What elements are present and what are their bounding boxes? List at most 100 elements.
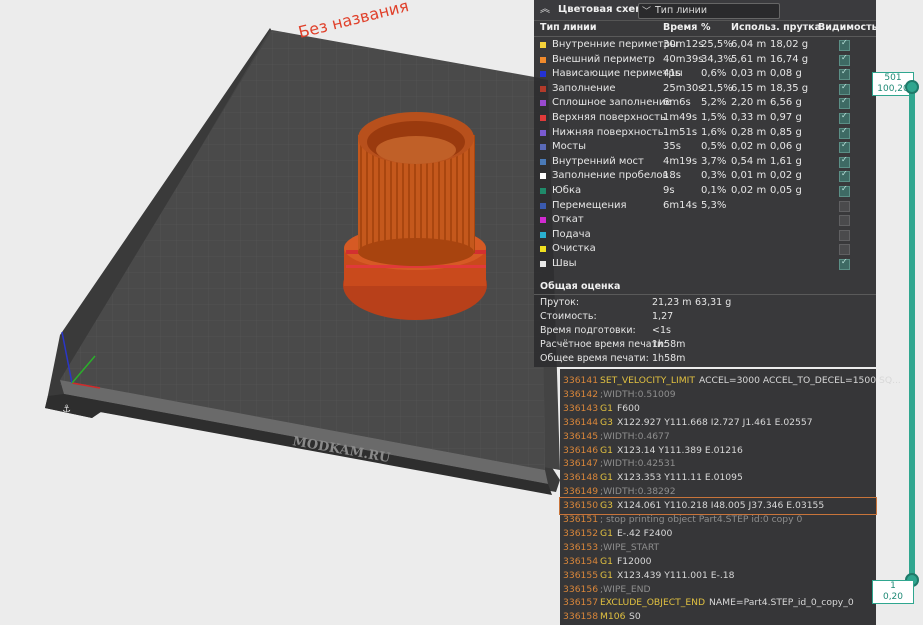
legend-row: Заполнение пробелов 18s 0,3% 0,01 m 0,02 g (534, 169, 876, 184)
line-type-meters: 0,02 m (731, 141, 767, 153)
visibility-checkbox[interactable] (839, 184, 850, 197)
line-type-percent: 25,5% (701, 39, 733, 50)
gcode-arguments: ;WIPE_END (600, 583, 651, 595)
line-type-name: Перемещения (552, 199, 627, 211)
bottom-layer-label: 1 0,20 (872, 580, 914, 604)
gcode-command: M106 (600, 611, 626, 623)
gcode-arguments: F600 (617, 402, 640, 414)
visibility-checkbox[interactable] (839, 53, 850, 66)
visibility-checkbox[interactable] (839, 200, 850, 212)
line-type-meters: 0,33 m (731, 112, 767, 123)
color-swatch (540, 56, 546, 63)
color-swatch (540, 42, 546, 48)
legend-title: Цветовая схема (558, 4, 651, 15)
gcode-line-number: 336154 (563, 555, 599, 567)
line-type-time: 1m49s (663, 112, 698, 123)
line-type-name: Внутренние периметры (552, 39, 678, 50)
line-type-grams: 18,35 g (770, 82, 809, 94)
gcode-line[interactable]: 336158 M106 S0 (560, 609, 876, 625)
visibility-checkbox[interactable] (839, 229, 850, 241)
visibility-checkbox[interactable] (839, 67, 850, 81)
collapse-icon[interactable]: ︽ (540, 4, 552, 16)
color-swatch (540, 231, 546, 238)
line-type-meters: 5,61 m (731, 53, 767, 65)
bottom-layer-height: 0,20 (882, 592, 904, 602)
legend-row: Швы (534, 257, 876, 272)
color-swatch (540, 144, 546, 151)
gcode-line-number: 336150 (563, 500, 599, 512)
summary-label: Стоимость: (540, 311, 597, 322)
summary-row: Время подготовки: <1s (540, 325, 870, 339)
color-swatch (540, 85, 546, 92)
visibility-checkbox[interactable] (839, 82, 850, 95)
summary-label: Пруток: (540, 297, 580, 308)
gcode-line-number: 336155 (563, 569, 599, 581)
col-header-type: Тип линии (540, 22, 597, 33)
line-type-name: Заполнение пробелов (552, 170, 669, 182)
line-type-meters: 6,15 m (731, 82, 767, 94)
color-swatch (540, 188, 546, 194)
legend-row: Откат (534, 213, 876, 228)
line-type-percent: 0,1% (701, 185, 727, 196)
visibility-checkbox[interactable] (839, 111, 850, 124)
gcode-arguments: S0 (629, 611, 641, 623)
line-type-percent: 5,3% (701, 199, 727, 211)
summary-value: 1,27 (652, 311, 674, 322)
view-type-select[interactable]: ﹀ Тип линии (638, 3, 780, 19)
legend-row: Очистка (534, 242, 876, 257)
line-type-time: 6m6s (663, 97, 691, 109)
layer-slider-track[interactable] (909, 86, 915, 580)
line-type-name: Юбка (552, 185, 582, 196)
color-swatch (540, 129, 546, 136)
anchor-icon: ⚓ (62, 404, 71, 415)
color-swatch (540, 202, 546, 209)
line-type-meters: 2,20 m (731, 97, 767, 109)
line-type-name: Откат (552, 214, 584, 226)
line-type-percent: 0,6% (701, 68, 727, 80)
col-header-used: Использ. прутка (731, 22, 821, 33)
line-type-time: 41s (663, 68, 681, 80)
line-type-time: 30m12s (663, 39, 704, 50)
legend-panel: ︽ Цветовая схема ﹀ Тип линии Тип линии В… (534, 0, 878, 367)
visibility-checkbox[interactable] (839, 126, 850, 139)
sliced-model[interactable] (343, 112, 487, 320)
line-type-grams: 0,08 g (770, 68, 802, 80)
line-type-time: 35s (663, 141, 681, 153)
top-layer-thumb[interactable] (905, 80, 919, 94)
summary-value: <1s (652, 325, 671, 336)
gcode-command: G3 (600, 500, 613, 512)
line-type-meters: 0,01 m (731, 170, 767, 182)
line-type-percent: 1,6% (701, 126, 727, 138)
line-type-time: 9s (663, 185, 675, 196)
gcode-line-number: 336153 (563, 541, 599, 553)
visibility-checkbox[interactable] (839, 96, 850, 110)
line-type-name: Внешний периметр (552, 53, 655, 65)
gcode-line-number: 336156 (563, 583, 599, 595)
gcode-line-number: 336152 (563, 527, 599, 539)
gcode-viewer[interactable]: 336141 SET_VELOCITY_LIMIT ACCEL=3000 ACCEL… (559, 369, 901, 625)
visibility-checkbox[interactable] (839, 257, 850, 270)
color-swatch (540, 246, 546, 253)
visibility-checkbox[interactable] (839, 169, 850, 183)
gcode-arguments: E-.42 F2400 (617, 527, 673, 539)
visibility-checkbox[interactable] (839, 244, 850, 256)
summary-value: 1h58m (652, 353, 686, 364)
visibility-checkbox[interactable] (839, 155, 850, 168)
legend-header: ︽ Цветовая схема ﹀ Тип линии (534, 0, 876, 21)
gcode-arguments: X122.927 Y111.668 I2.727 J1.461 E.02557 (617, 416, 813, 428)
col-header-time: Время (663, 22, 698, 33)
visibility-checkbox[interactable] (839, 215, 850, 227)
line-type-name: Сплошное заполнение (552, 97, 672, 109)
line-type-grams: 18,02 g (770, 39, 809, 50)
visibility-checkbox[interactable] (839, 140, 850, 154)
summary-label: Общее время печати: (540, 353, 649, 364)
color-swatch (540, 100, 546, 107)
gcode-line-number: 336151 (563, 514, 599, 525)
line-type-time: 6m14s (663, 199, 698, 211)
visibility-checkbox[interactable] (839, 38, 850, 51)
legend-row: Внешний периметр 40m39s 34,3% 5,61 m 16,74 g (534, 53, 876, 68)
plate-title: Без названия (296, 0, 410, 42)
chevron-down-icon: ﹀ (642, 7, 652, 17)
gcode-command: G1 (600, 527, 613, 539)
line-type-grams: 6,56 g (770, 97, 802, 109)
